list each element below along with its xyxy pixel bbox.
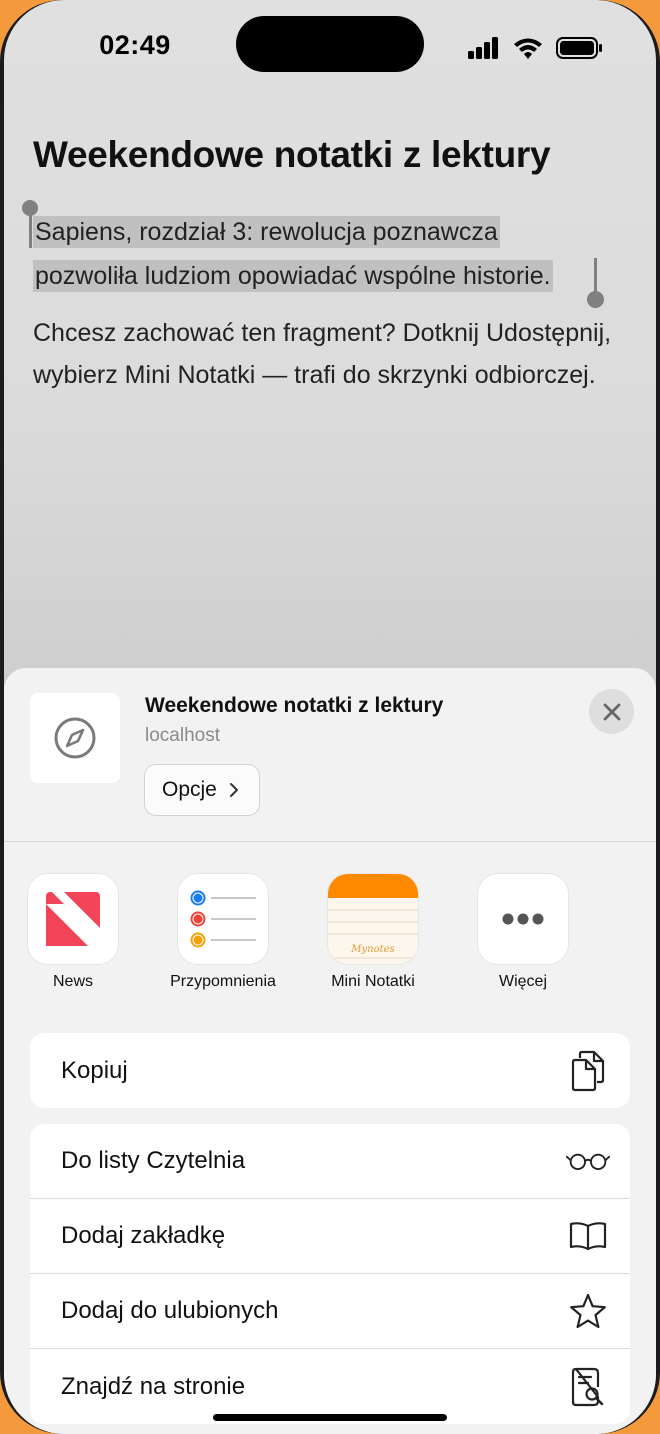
selected-text[interactable]: Sapiens, rozdział 3: rewolucja poznawcza… <box>33 210 633 298</box>
chevron-right-icon <box>229 782 239 798</box>
page-body-text: Chcesz zachować ten fragment? Dotknij Ud… <box>33 319 612 389</box>
app-label: News <box>52 973 93 990</box>
selection-end-handle[interactable] <box>587 291 604 308</box>
app-mini-notatki[interactable]: Mynotes Mini Notatki <box>298 874 448 991</box>
action-group-page: Do listy Czytelnia Dodaj zakładkę Dodaj … <box>30 1124 630 1424</box>
battery-icon <box>556 37 602 59</box>
compass-icon <box>54 717 96 759</box>
action-label: Do listy Czytelnia <box>61 1147 246 1174</box>
action-group-copy: Kopiuj <box>30 1033 630 1108</box>
star-icon <box>566 1289 610 1333</box>
wifi-icon <box>514 38 542 59</box>
selected-line: pozwoliła ludziom opowiadać wspólne hist… <box>33 260 553 292</box>
options-label: Opcje <box>162 778 217 801</box>
divider <box>4 841 656 842</box>
share-sheet-subtitle: localhost <box>145 725 220 746</box>
page-title: Weekendowe notatki z lektury <box>33 134 551 175</box>
close-button[interactable] <box>589 689 634 734</box>
options-button[interactable]: Opcje <box>144 764 260 816</box>
reminders-icon <box>178 874 268 964</box>
selection-end-caret <box>594 258 597 294</box>
selection-start-caret <box>29 212 32 248</box>
more-icon <box>478 874 568 964</box>
copy-icon <box>566 1049 610 1093</box>
app-more[interactable]: Więcej <box>448 874 598 991</box>
action-copy[interactable]: Kopiuj <box>30 1033 630 1108</box>
action-find-on-page[interactable]: Znajdź na stronie <box>30 1349 630 1424</box>
action-label: Dodaj zakładkę <box>61 1222 226 1249</box>
phone-frame: 02:49 Weekendowe notatki z lektury Sapie… <box>0 0 660 1434</box>
home-indicator[interactable] <box>213 1414 447 1421</box>
app-label: Przypomnienia <box>170 973 276 990</box>
news-icon <box>28 874 118 964</box>
book-icon <box>566 1214 610 1258</box>
close-icon <box>603 703 620 720</box>
app-label: Więcej <box>498 973 547 990</box>
action-label: Kopiuj <box>61 1056 128 1084</box>
selected-line: Sapiens, rozdział 3: rewolucja poznawcza <box>33 216 500 248</box>
share-sheet: Weekendowe notatki z lektury localhost O… <box>4 668 656 1434</box>
action-label: Znajdź na stronie <box>61 1372 246 1400</box>
screen: 02:49 Weekendowe notatki z lektury Sapie… <box>4 0 656 1434</box>
mini-notes-logo-text: Mynotes <box>351 944 395 955</box>
find-on-page-icon <box>566 1365 610 1409</box>
action-add-favorites[interactable]: Dodaj do ulubionych <box>30 1274 630 1349</box>
app-news[interactable]: News <box>4 874 148 991</box>
mini-notes-icon: Mynotes <box>328 874 418 964</box>
action-label: Dodaj do ulubionych <box>61 1297 279 1324</box>
glasses-icon <box>566 1139 610 1183</box>
page-thumbnail <box>30 693 120 783</box>
app-reminders[interactable]: Przypomnienia <box>148 874 298 991</box>
action-add-bookmark[interactable]: Dodaj zakładkę <box>30 1199 630 1274</box>
share-sheet-title: Weekendowe notatki z lektury <box>145 694 444 717</box>
signal-icon <box>468 37 498 59</box>
app-label: Mini Notatki <box>331 973 415 990</box>
dynamic-island <box>236 16 424 72</box>
status-time: 02:49 <box>99 30 171 60</box>
action-reading-list[interactable]: Do listy Czytelnia <box>30 1124 630 1199</box>
